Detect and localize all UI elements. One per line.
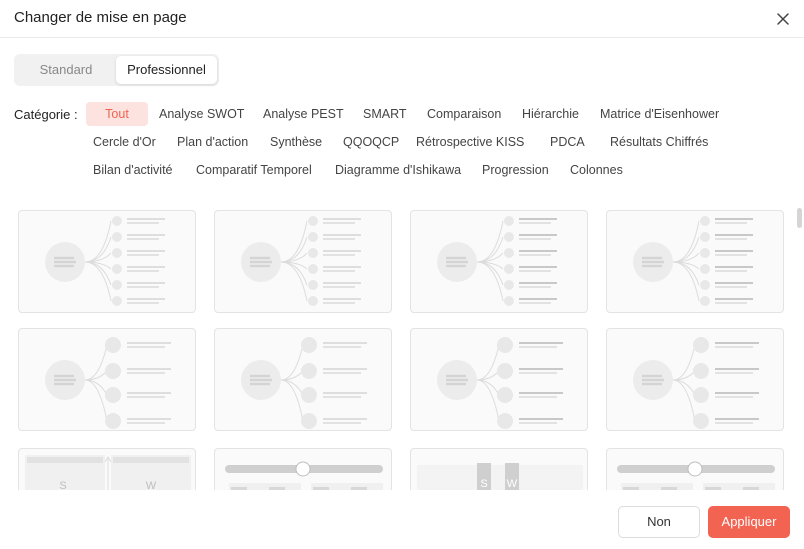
tab-standard[interactable]: Standard bbox=[16, 56, 116, 84]
category-chip-kiss[interactable]: Rétrospective KISS bbox=[412, 130, 528, 154]
cancel-button[interactable]: Non bbox=[618, 506, 700, 538]
category-chip-pdca[interactable]: PDCA bbox=[546, 130, 589, 154]
category-chip-tout[interactable]: Tout bbox=[86, 102, 148, 126]
category-chip-eisenhower[interactable]: Matrice d'Eisenhower bbox=[596, 102, 723, 126]
layout-thumbnail-grid: SWSW bbox=[0, 195, 804, 490]
change-layout-dialog: Changer de mise en page Standard Profess… bbox=[0, 0, 804, 549]
category-chip-plan-action[interactable]: Plan d'action bbox=[173, 130, 252, 154]
category-chip-hierarchie[interactable]: Hiérarchie bbox=[518, 102, 583, 126]
layout-thumbnail[interactable]: SW bbox=[410, 448, 588, 490]
category-chip-comparatif[interactable]: Comparatif Temporel bbox=[192, 158, 316, 182]
layout-thumbnail[interactable] bbox=[214, 210, 392, 313]
layout-type-switch: Standard Professionnel bbox=[14, 54, 219, 86]
category-chip-comparaison[interactable]: Comparaison bbox=[423, 102, 505, 126]
layout-thumbnail[interactable] bbox=[410, 328, 588, 431]
layout-thumbnail[interactable]: SW bbox=[18, 448, 196, 490]
layout-thumbnail[interactable] bbox=[214, 448, 392, 490]
dialog-header: Changer de mise en page bbox=[0, 0, 804, 38]
category-chip-smart[interactable]: SMART bbox=[359, 102, 411, 126]
category-chip-bilan[interactable]: Bilan d'activité bbox=[89, 158, 177, 182]
category-chip-synthese[interactable]: Synthèse bbox=[266, 130, 326, 154]
category-chip-qqoqcp[interactable]: QQOQCP bbox=[339, 130, 403, 154]
scrollbar-thumb[interactable] bbox=[797, 208, 802, 228]
layout-thumbnail[interactable] bbox=[214, 328, 392, 431]
category-chip-ishikawa[interactable]: Diagramme d'Ishikawa bbox=[331, 158, 465, 182]
category-chip-resultats[interactable]: Résultats Chiffrés bbox=[606, 130, 712, 154]
category-chip-pest[interactable]: Analyse PEST bbox=[259, 102, 348, 126]
svg-text:W: W bbox=[507, 478, 518, 490]
svg-text:W: W bbox=[146, 480, 157, 490]
tab-professional[interactable]: Professionnel bbox=[116, 56, 217, 84]
svg-text:S: S bbox=[480, 478, 487, 490]
dialog-title: Changer de mise en page bbox=[14, 9, 187, 26]
layout-thumbnail[interactable] bbox=[18, 210, 196, 313]
dialog-footer: Non Appliquer bbox=[0, 490, 804, 549]
category-label: Catégorie : bbox=[14, 107, 78, 122]
close-icon[interactable] bbox=[772, 8, 794, 30]
svg-text:S: S bbox=[59, 480, 66, 490]
layout-thumbnail[interactable] bbox=[410, 210, 588, 313]
apply-button[interactable]: Appliquer bbox=[708, 506, 790, 538]
layout-thumbnail[interactable] bbox=[18, 328, 196, 431]
layout-thumbnail[interactable] bbox=[606, 328, 784, 431]
category-chip-progression[interactable]: Progression bbox=[478, 158, 553, 182]
category-chip-cercle-or[interactable]: Cercle d'Or bbox=[89, 130, 160, 154]
category-chip-colonnes[interactable]: Colonnes bbox=[566, 158, 627, 182]
category-chip-swot[interactable]: Analyse SWOT bbox=[155, 102, 248, 126]
layout-thumbnail[interactable] bbox=[606, 448, 784, 490]
layout-thumbnail[interactable] bbox=[606, 210, 784, 313]
